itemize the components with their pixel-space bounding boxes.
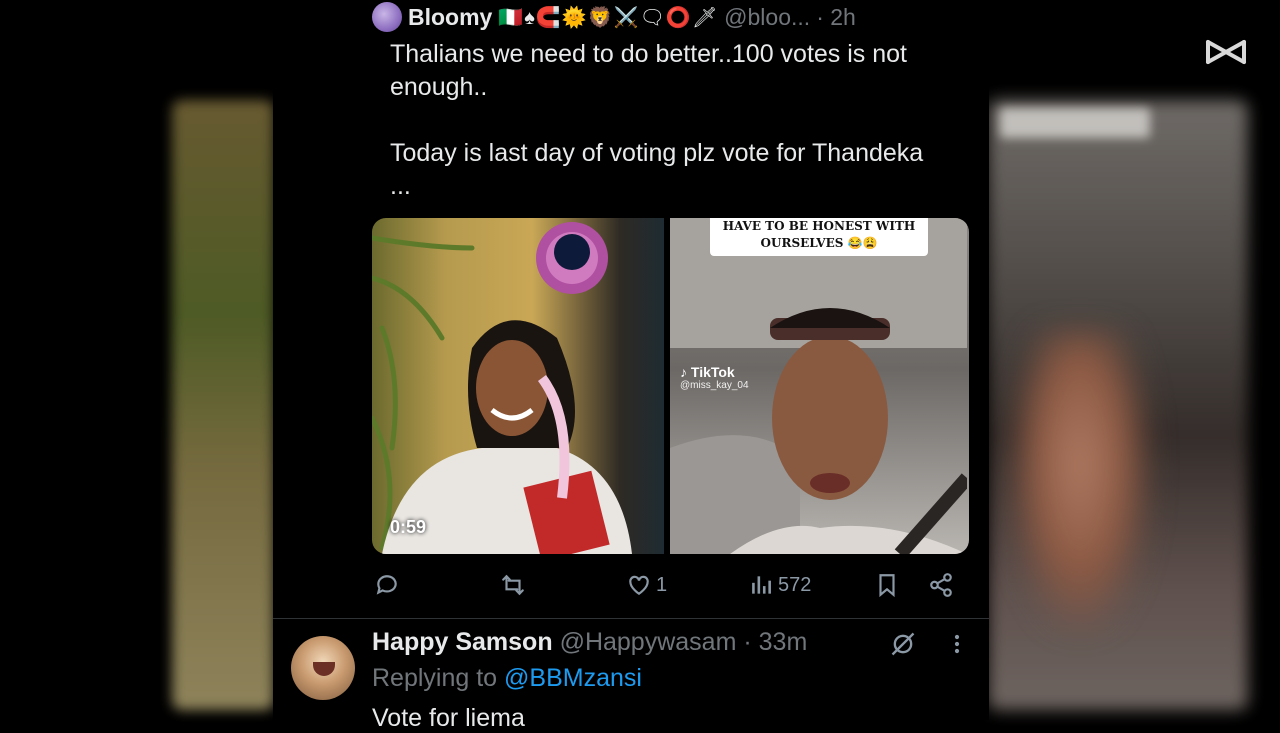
retweet-button[interactable]: [500, 572, 530, 598]
avatar[interactable]: [372, 2, 402, 32]
tweet-action-bar: 1 572: [372, 568, 969, 608]
video-media[interactable]: HAVE TO BE HONEST WITH OURSELVES 😂😩 ♪ Ti…: [372, 218, 969, 554]
share-button[interactable]: [928, 572, 954, 598]
views-count: 572: [778, 573, 812, 596]
tweet-panel: Bloomy 🇮🇹♠🧲🌞🦁⚔️🗨⭕🗡 @bloo... · 2h Thalian…: [273, 0, 989, 732]
tiktok-watermark: ♪ TikTok @miss_kay_04: [680, 364, 749, 391]
video-thumbnail-right: HAVE TO BE HONEST WITH OURSELVES 😂😩 ♪ Ti…: [670, 218, 969, 554]
more-options-icon[interactable]: [943, 630, 971, 658]
tiktok-user: @miss_kay_04: [680, 380, 749, 391]
background-blur-caption: [1000, 108, 1150, 138]
like-button[interactable]: 1: [626, 572, 667, 598]
background-blur-face: [1010, 330, 1150, 630]
tiktok-logo-icon: ♪: [680, 364, 691, 380]
tiktok-label: TikTok: [690, 364, 735, 380]
divider: [273, 618, 989, 619]
handle[interactable]: @bloo...: [724, 4, 810, 31]
replying-to: Replying to @BBMzansi: [372, 664, 642, 693]
capcut-logo-icon: [1206, 40, 1246, 64]
tweet-header: Bloomy 🇮🇹♠🧲🌞🦁⚔️🗨⭕🗡 @bloo... · 2h: [372, 2, 969, 32]
handle[interactable]: @Happywasam: [560, 628, 737, 656]
mention-link[interactable]: @BBMzansi: [504, 664, 642, 692]
reply-text: Vote for liema: [372, 704, 525, 732]
video-duration: 0:59: [390, 517, 427, 537]
share-icon: [930, 573, 952, 597]
retweet-icon: [502, 574, 524, 596]
video-thumbnail-left: [372, 218, 664, 554]
timestamp[interactable]: · 2h: [816, 4, 856, 31]
video-caption: HAVE TO BE HONEST WITH OURSELVES 😂😩: [710, 218, 928, 256]
like-count: 1: [656, 573, 668, 596]
views-chart-icon: [752, 576, 771, 594]
heart-icon: [629, 575, 649, 595]
display-name[interactable]: Bloomy: [408, 4, 492, 31]
person-left-figure: [382, 320, 632, 554]
bookmark-icon: [879, 574, 895, 598]
display-name[interactable]: Happy Samson: [372, 628, 553, 656]
name-emojis: 🇮🇹♠🧲🌞🦁⚔️🗨⭕🗡: [498, 6, 719, 29]
reply-button[interactable]: [374, 572, 404, 598]
bookmark-button[interactable]: [874, 572, 900, 598]
reply-icon: [376, 575, 397, 595]
mirror-decor-icon: [536, 222, 608, 294]
replying-prefix: Replying to: [372, 664, 505, 692]
grok-icon[interactable]: [889, 630, 917, 658]
reply-header: Happy Samson @Happywasam · 33m: [372, 628, 807, 657]
views-button[interactable]: 572: [748, 572, 811, 598]
reply-tweet[interactable]: Happy Samson @Happywasam · 33m Replying …: [273, 620, 989, 732]
background-blur-left: [172, 100, 274, 710]
timestamp[interactable]: · 33m: [743, 628, 807, 656]
avatar[interactable]: [291, 636, 355, 700]
reply-header-icons: [889, 630, 971, 658]
tweet-text: Thalians we need to do better..100 votes…: [390, 40, 924, 200]
